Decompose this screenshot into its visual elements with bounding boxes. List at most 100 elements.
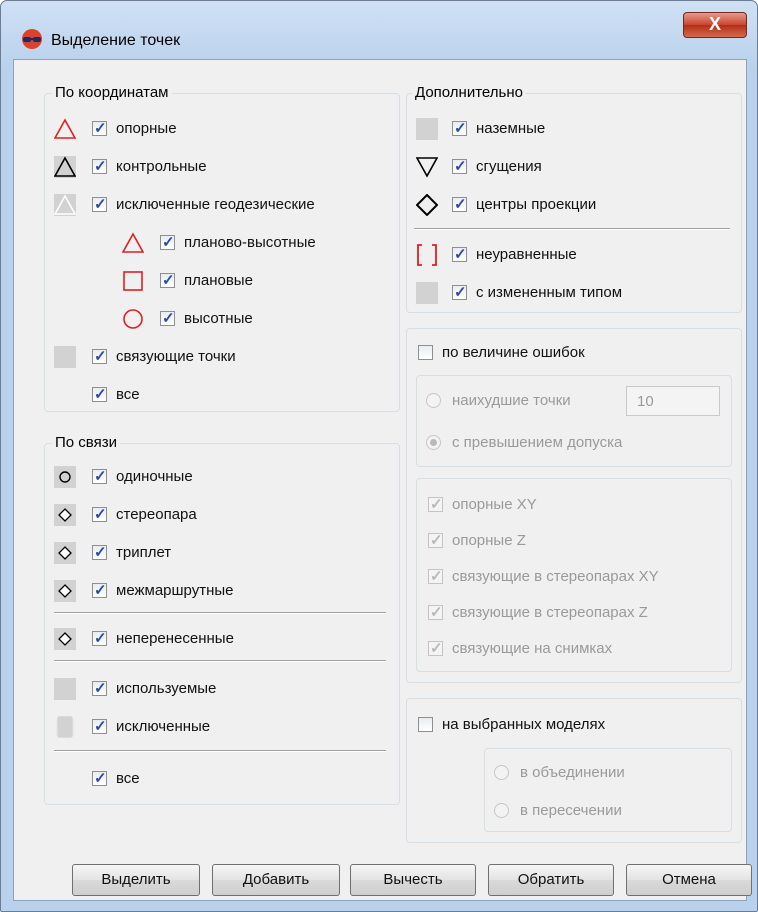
add-row-changed-type[interactable]: с измененным типом [416,280,726,306]
coord-control-label: опорные [116,120,177,137]
coord-row-plan-height[interactable]: планово-высотные [122,230,382,256]
errors-tie-stereo-xy-checkbox[interactable] [428,567,443,585]
select-button[interactable]: Выделить [72,864,200,896]
add-changed-type-checkbox[interactable] [452,283,467,301]
diamond-icon [416,194,438,216]
errors-worst-radio[interactable] [426,393,441,408]
models-union-row[interactable]: в объединении [494,760,724,786]
errors-tolerance-row[interactable]: с превышением допуска [426,430,726,456]
errors-toggle-checkbox[interactable] [418,345,433,360]
errors-tie-stereo-z-row[interactable]: связующие в стереопарах Z [428,600,728,626]
link-triplet-label: триплет [116,544,172,561]
errors-gcp-z-checkbox[interactable] [428,531,443,549]
close-button[interactable]: X [683,12,747,38]
errors-gcp-xy-row[interactable]: опорные XY [428,492,728,518]
link-untransferred-checkbox[interactable] [92,629,107,647]
errors-tie-images-checkbox[interactable] [428,639,443,657]
link-row-single[interactable]: одиночные [54,464,354,490]
add-changed-type-label: с измененным типом [476,284,623,301]
link-row-triplet[interactable]: триплет [54,540,354,566]
link-single-label: одиночные [116,468,193,485]
coord-plan-checkbox[interactable] [160,271,175,289]
red-circle-icon [123,309,143,329]
gray-square-icon [54,678,76,700]
coord-all-checkbox[interactable] [92,385,107,403]
errors-worst-label: наихудшие точки [452,392,571,409]
coord-row-control[interactable]: опорные [54,116,354,142]
add-row-centers[interactable]: центры проекции [416,192,716,218]
red-brackets-icon [417,244,437,266]
errors-gcp-xy-checkbox[interactable] [428,495,443,513]
coord-row-excluded[interactable]: исключенные геодезические [54,192,384,218]
link-row-interstrip[interactable]: межмаршрутные [54,578,354,604]
coord-row-check[interactable]: контрольные [54,154,354,180]
link-excluded-checkbox[interactable] [92,717,107,735]
add-centers-checkbox[interactable] [452,195,467,213]
diamond-marker-icon [54,580,76,602]
errors-worst-count-input[interactable]: 10 [626,386,720,416]
coord-control-checkbox[interactable] [92,119,107,137]
coord-tie-label: связующие точки [116,348,236,365]
models-toggle-row[interactable]: на выбранных моделях [418,712,718,738]
coord-excluded-checkbox[interactable] [92,195,107,213]
errors-tolerance-radio[interactable] [426,435,441,450]
add-unadjusted-checkbox[interactable] [452,245,467,263]
link-used-label: используемые [116,680,217,697]
errors-gcp-z-label: опорные Z [452,532,526,549]
errors-tie-stereo-xy-row[interactable]: связующие в стереопарах XY [428,564,728,590]
gray-square-icon [416,118,438,140]
errors-tie-stereo-z-checkbox[interactable] [428,603,443,621]
add-densification-checkbox[interactable] [452,157,467,175]
add-row-ground[interactable]: наземные [416,116,716,142]
link-all-checkbox[interactable] [92,769,107,787]
add-row-unadjusted[interactable]: неуравненные [416,242,716,268]
gray-square-icon [416,282,438,304]
link-row-untransferred[interactable]: неперенесенные [54,626,354,652]
link-triplet-checkbox[interactable] [92,543,107,561]
models-intersection-label: в пересечении [520,802,622,819]
coord-row-tie[interactable]: связующие точки [54,344,354,370]
add-row-densification[interactable]: сгущения [416,154,716,180]
coord-height-checkbox[interactable] [160,309,175,327]
errors-tie-stereo-xy-label: связующие в стереопарах XY [452,568,659,585]
models-intersection-row[interactable]: в пересечении [494,798,724,824]
link-single-checkbox[interactable] [92,467,107,485]
coord-row-all[interactable]: все [54,382,254,408]
subtract-button[interactable]: Вычесть [350,864,476,896]
excluded-bracket-icon [56,716,74,738]
models-union-radio[interactable] [494,765,509,780]
link-row-all[interactable]: все [54,766,254,792]
errors-tie-images-row[interactable]: связующие на снимках [428,636,728,662]
link-row-stereo[interactable]: стереопара [54,502,354,528]
gray-square-icon [54,346,76,368]
diamond-marker-icon [54,628,76,650]
coord-tie-checkbox[interactable] [92,347,107,365]
cancel-button[interactable]: Отмена [626,864,752,896]
models-toggle-checkbox[interactable] [418,717,433,732]
dialog-window: Выделение точек X По координатам опорные… [0,0,758,912]
models-intersection-radio[interactable] [494,803,509,818]
link-interstrip-checkbox[interactable] [92,581,107,599]
link-untransferred-label: неперенесенные [116,630,234,647]
link-separator-3 [54,750,386,752]
coord-plan-height-checkbox[interactable] [160,233,175,251]
link-used-checkbox[interactable] [92,679,107,697]
white-triangle-icon [54,194,76,216]
red-square-icon [123,271,143,291]
errors-toggle-row[interactable]: по величине ошибок [418,340,718,366]
add-ground-checkbox[interactable] [452,119,467,137]
invert-button[interactable]: Обратить [488,864,614,896]
title-bar[interactable]: Выделение точек X [1,1,757,53]
link-stereo-checkbox[interactable] [92,505,107,523]
red-triangle-icon [122,232,144,253]
models-union-label: в объединении [520,764,625,781]
coord-check-checkbox[interactable] [92,157,107,175]
add-button[interactable]: Добавить [212,864,340,896]
link-row-excluded[interactable]: исключенные [54,714,354,740]
coord-row-plan[interactable]: плановые [122,268,322,294]
errors-gcp-xy-label: опорные XY [452,496,537,513]
coord-all-label: все [116,386,140,403]
errors-gcp-z-row[interactable]: опорные Z [428,528,728,554]
link-row-used[interactable]: используемые [54,676,354,702]
coord-row-height[interactable]: высотные [122,306,322,332]
